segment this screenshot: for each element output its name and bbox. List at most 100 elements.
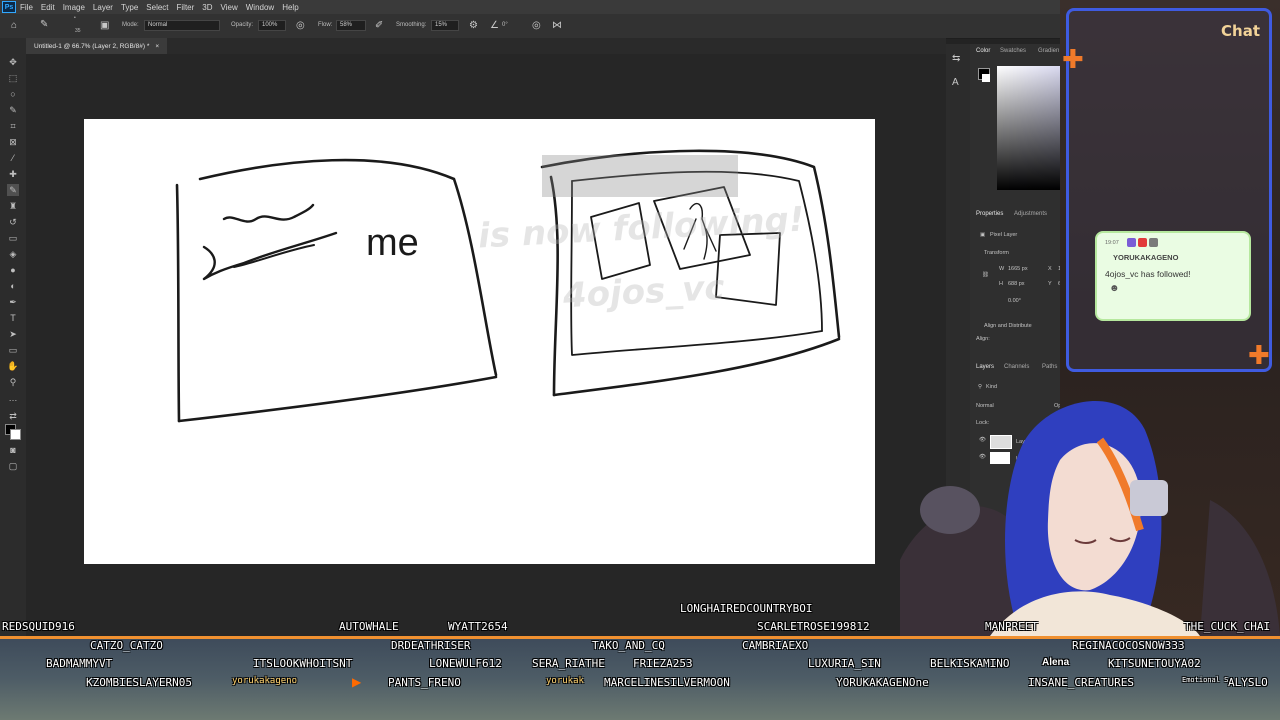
gear-icon[interactable]: ⚙	[469, 21, 478, 31]
viewer-name: LONGHAIREDCOUNTRYBOI	[680, 602, 813, 615]
menu-bar: Ps File Edit Image Layer Type Select Fil…	[0, 0, 1060, 14]
canvas[interactable]: me	[84, 119, 875, 564]
photoshop-logo: Ps	[2, 1, 16, 13]
viewer-name: ALYSLO	[1228, 676, 1268, 689]
y-label: Y	[1048, 281, 1052, 287]
stamp-tool-icon[interactable]: ♜	[7, 200, 19, 212]
bat-wing-right	[1200, 500, 1280, 636]
opacity-label: Opacity:	[231, 22, 254, 28]
flow-field[interactable]: 58%	[336, 20, 366, 31]
healing-tool-icon[interactable]: ✚	[7, 168, 19, 180]
pen-tool-icon[interactable]: ✒	[7, 296, 19, 308]
tab-properties[interactable]: Properties	[976, 211, 1003, 217]
chat-message: 19:07 YORUKAKAGENO 4ojos_vc has followed…	[1095, 231, 1251, 321]
shape-tool-icon[interactable]: ▭	[7, 344, 19, 356]
eyedropper-tool-icon[interactable]: ⁄	[7, 152, 19, 164]
background-color-swatch[interactable]	[10, 429, 21, 440]
viewer-name: BADMAMMYVT	[46, 657, 113, 670]
smoothing-label: Smoothing:	[396, 22, 427, 28]
brush-tool-icon-active[interactable]: ✎	[7, 184, 19, 196]
pressure-size-icon[interactable]: ◎	[532, 21, 541, 31]
quick-select-tool-icon[interactable]: ✎	[7, 104, 19, 116]
close-icon[interactable]: ×	[155, 43, 159, 50]
menu-window[interactable]: Window	[246, 3, 274, 12]
badge-icon	[1127, 238, 1136, 247]
menu-view[interactable]: View	[221, 3, 238, 12]
tab-adjustments[interactable]: Adjustments	[1014, 211, 1047, 217]
color-swap-icon[interactable]: ⇄	[7, 410, 19, 422]
menu-layer[interactable]: Layer	[93, 3, 113, 12]
quick-mask-icon[interactable]: ◙	[7, 444, 19, 456]
frame-tool-icon[interactable]: ⊠	[7, 136, 19, 148]
message-username: YORUKAKAGENO	[1113, 253, 1179, 262]
angle-value[interactable]: 0°	[502, 22, 508, 28]
character-panel-icon[interactable]: A	[952, 78, 959, 88]
menu-type[interactable]: Type	[121, 3, 138, 12]
tab-color[interactable]: Color	[976, 48, 990, 54]
menu-file[interactable]: File	[20, 3, 33, 12]
menu-help[interactable]: Help	[282, 3, 298, 12]
flow-label: Flow:	[318, 22, 333, 28]
symmetry-icon[interactable]: ⋈	[552, 21, 562, 31]
opacity-field[interactable]: 100%	[258, 20, 286, 31]
dodge-tool-icon[interactable]: ◐	[7, 280, 19, 292]
angle-field[interactable]: 0.00°	[1008, 298, 1021, 304]
blur-tool-icon[interactable]: ●	[7, 264, 19, 276]
menu-filter[interactable]: Filter	[177, 3, 195, 12]
brush-tool-icon[interactable]: ✎	[40, 20, 48, 30]
viewer-name: SERA_RIATHE	[532, 657, 605, 670]
more-tools-icon[interactable]: …	[7, 392, 19, 404]
tab-gradients[interactable]: Gradien	[1038, 48, 1059, 54]
handle-tag: yorukak	[546, 676, 584, 686]
eraser-tool-icon[interactable]: ▭	[7, 232, 19, 244]
viewer-name: CATZO_CATZO	[90, 639, 163, 652]
overlay-label-alena: Alena	[1042, 657, 1070, 668]
viewer-name: INSANE_CREATURES	[1028, 676, 1134, 689]
menu-edit[interactable]: Edit	[41, 3, 55, 12]
type-tool-icon[interactable]: T	[7, 312, 19, 324]
tab-channels[interactable]: Channels	[1004, 364, 1029, 370]
hand-tool-icon[interactable]: ✋	[7, 360, 19, 372]
message-time: 19:07	[1105, 240, 1119, 246]
menu-image[interactable]: Image	[63, 3, 85, 12]
color-bg-swatch[interactable]	[982, 74, 990, 82]
pressure-opacity-icon[interactable]: ◎	[296, 21, 305, 31]
bat-plush	[920, 486, 980, 534]
marquee-tool-icon[interactable]: ⬚	[7, 72, 19, 84]
brush-preview-icon[interactable]: •	[74, 15, 76, 21]
tools-panel: ✥ ⬚ ○ ✎ ⌗ ⊠ ⁄ ✚ ✎ ♜ ↺ ▭ ◈ ● ◐ ✒ T ➤ ▭ ✋ …	[0, 38, 27, 638]
crop-tool-icon[interactable]: ⌗	[7, 120, 19, 132]
width-field[interactable]: 1665 px	[1008, 266, 1028, 272]
document-tab-bar: Untitled-1 @ 66.7% (Layer 2, RGB/8#) * ×	[26, 38, 946, 54]
history-panel-icon[interactable]: ⇆	[952, 54, 960, 64]
viewer-name: CAMBRIAEXO	[742, 639, 809, 652]
sketch-drawing: me	[175, 149, 841, 423]
document-tab[interactable]: Untitled-1 @ 66.7% (Layer 2, RGB/8#) * ×	[26, 38, 168, 54]
zoom-tool-icon[interactable]: ⚲	[7, 376, 19, 388]
tab-swatches[interactable]: Swatches	[1000, 48, 1026, 54]
lasso-tool-icon[interactable]: ○	[7, 88, 19, 100]
screen-mode-icon[interactable]: ▢	[7, 460, 19, 472]
tab-layers[interactable]: Layers	[976, 364, 994, 370]
color-picker-field[interactable]	[997, 66, 1064, 190]
viewer-name: MARCELINESILVERMOON	[604, 676, 730, 689]
height-field[interactable]: 688 px	[1008, 281, 1025, 287]
menu-select[interactable]: Select	[146, 3, 168, 12]
airbrush-icon[interactable]: ✐	[375, 21, 383, 31]
path-select-tool-icon[interactable]: ➤	[7, 328, 19, 340]
link-icon[interactable]: ⛓	[982, 272, 989, 278]
left-box-bottom-edge	[177, 375, 498, 423]
home-icon[interactable]: ⌂	[11, 21, 17, 31]
transform-label: Transform	[984, 250, 1009, 256]
move-tool-icon[interactable]: ✥	[7, 56, 19, 68]
viewer-name: KZOMBIESLAYERN05	[86, 676, 192, 689]
brush-settings-icon[interactable]: ▣	[100, 21, 109, 31]
tab-paths[interactable]: Paths	[1042, 364, 1057, 370]
mode-select[interactable]: Normal	[144, 20, 220, 31]
align-distribute-label: Align and Distribute	[984, 323, 1032, 329]
smoothing-field[interactable]: 15%	[431, 20, 459, 31]
history-brush-tool-icon[interactable]: ↺	[7, 216, 19, 228]
viewer-name: THE_CUCK_CHAI	[1184, 620, 1271, 633]
bucket-tool-icon[interactable]: ◈	[7, 248, 19, 260]
menu-3d[interactable]: 3D	[202, 3, 212, 12]
